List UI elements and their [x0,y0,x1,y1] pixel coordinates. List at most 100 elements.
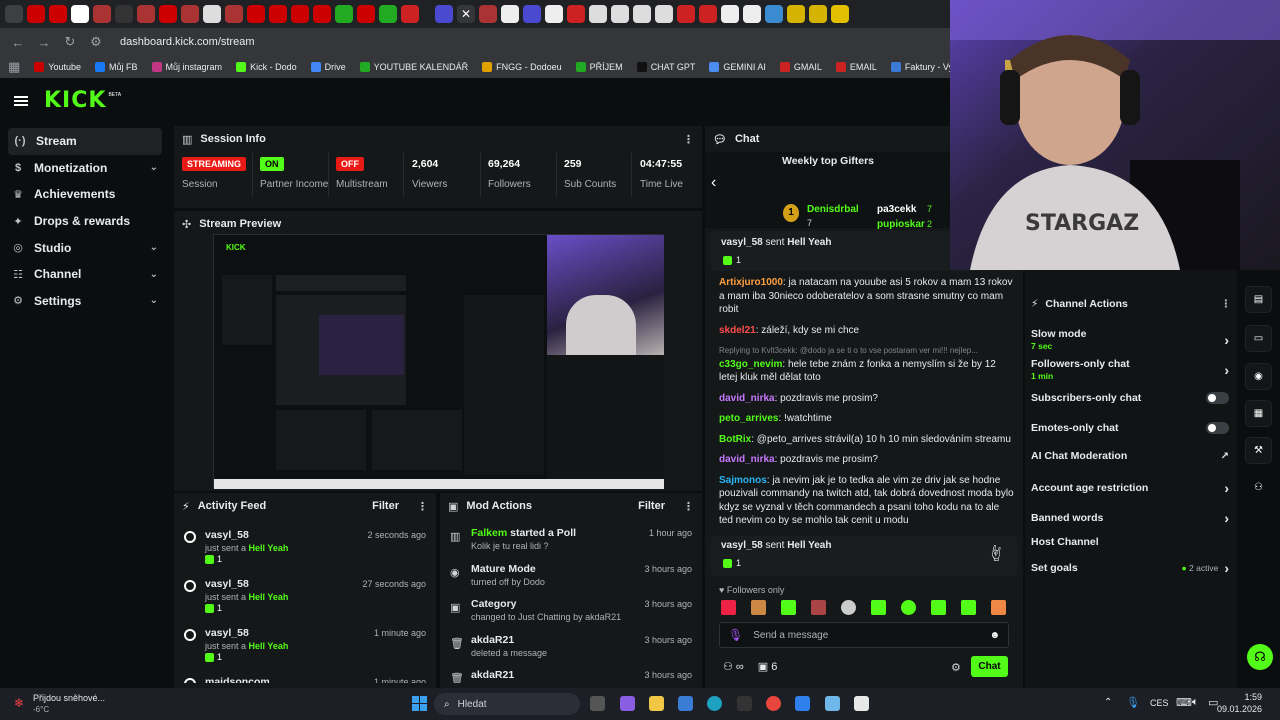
emote-icon[interactable] [871,600,886,615]
emote-icon[interactable] [811,600,826,615]
tab-icon[interactable] [699,5,717,23]
tab-icon[interactable] [523,5,541,23]
channel-action-slow-mode[interactable]: Slow mode 7 sec › [1025,328,1237,351]
tab-icon[interactable] [787,5,805,23]
mic-icon[interactable]: 🎙︎ [728,628,743,642]
app-icon[interactable] [795,696,810,711]
tab-youtube-icon[interactable] [49,5,67,23]
tab-icon[interactable] [677,5,695,23]
apps-icon[interactable]: ▦ [8,59,20,75]
menu-icon[interactable] [14,95,28,106]
channel-action-host-channel[interactable]: Host Channel [1025,536,1237,548]
emote-icon[interactable] [991,600,1006,615]
chevron-down-icon[interactable]: ⌄ [150,242,158,253]
tab-icon[interactable] [501,5,519,23]
tab-sheets-icon[interactable] [379,5,397,23]
edge-icon[interactable] [707,696,722,711]
reload-icon[interactable]: ↻ [62,34,78,50]
start-button[interactable] [412,696,427,711]
language-indicator[interactable]: CES [1150,698,1169,708]
forward-icon[interactable]: → [36,35,52,50]
sidebar-item-channel[interactable]: ☷ Channel ⌄ [0,261,170,288]
tab-youtube-icon[interactable] [269,5,287,23]
terminal-icon[interactable] [737,696,752,711]
clipboard-icon[interactable]: ▤ [1245,286,1272,313]
mod-filter-button[interactable]: Filter [638,500,665,512]
sidebar-item-settings[interactable]: ⚙ Settings ⌄ [0,288,170,315]
app-icon[interactable] [825,696,840,711]
chat-username[interactable]: david_nirka [719,454,775,465]
support-icon[interactable]: ☊ [1247,644,1273,670]
bookmark-item[interactable]: FNGG - Dodoeu [482,62,562,72]
tray-chevron-icon[interactable]: ⌃ [1104,697,1112,708]
gifter-name[interactable]: pupioskar [877,219,925,230]
gift-user[interactable]: vasyl_58 [721,540,763,551]
chat-username[interactable]: Sajmonos [719,475,767,486]
back-icon[interactable]: ← [10,35,26,50]
tab-icon[interactable] [589,5,607,23]
gift-user[interactable]: vasyl_58 [721,237,763,248]
channel-action-ai-chat-moderation[interactable]: AI Chat Moderation ↗ [1025,450,1237,462]
channel-action-set-goals[interactable]: Set goals ● 2 active › [1025,560,1237,576]
tab-icon[interactable] [633,5,651,23]
tab-icon[interactable] [93,5,111,23]
mic-icon[interactable]: 🎙︎ [1126,696,1140,709]
channel-action-subscribers-only-chat[interactable]: Subscribers-only chat [1025,392,1237,404]
more-icon[interactable]: ⋮ [1221,298,1232,310]
users-icon[interactable]: ⚇ ∞ [723,660,744,673]
tab-icon[interactable] [137,5,155,23]
emoji-icon[interactable]: ☻ [989,630,1000,641]
users-icon[interactable]: ⚇ [1245,474,1272,501]
emote-icon[interactable] [841,600,856,615]
bookmark-item[interactable]: YOUTUBE KALENDÁŘ [359,62,468,72]
emote-icon[interactable] [931,600,946,615]
more-icon[interactable]: ⋮ [417,500,428,513]
chat-username[interactable]: Artixjuro1000 [719,277,783,288]
chat-username[interactable]: peto_arrives [719,413,778,424]
chat-settings-icon[interactable]: ⚙ [951,661,961,674]
emote-icon[interactable] [901,600,916,615]
mod-subject[interactable]: Falkem [471,527,507,539]
bookmark-item[interactable]: Kick - Dodo [236,62,297,72]
weather-title[interactable]: Přijdou sněhové... [33,693,105,703]
tab-icon[interactable] [765,5,783,23]
tab-list-icon[interactable] [5,5,23,23]
copilot-icon[interactable] [620,696,635,711]
bookmark-item[interactable]: CHAT GPT [636,62,695,72]
chat-bubble-icon[interactable]: ▭ [1245,325,1272,352]
sidebar-item-studio[interactable]: ◎ Studio ⌄ [0,234,170,261]
more-icon[interactable]: ⋮ [683,133,694,146]
clock-time[interactable]: 1:59 [1238,692,1262,702]
sidebar-item-drops[interactable]: ✦ Drops & rewards [0,208,170,235]
bookmark-item[interactable]: PŘÍJEM [575,62,623,72]
chat-username[interactable]: BotRix [719,434,751,445]
close-tab-icon[interactable]: ✕ [457,5,475,23]
sidebar-item-monetization[interactable]: $ Monetization ⌄ [0,155,170,182]
toggle-switch[interactable] [1206,422,1229,434]
external-link-icon[interactable]: ↗ [1221,451,1229,462]
chevron-down-icon[interactable]: ⌄ [150,295,158,306]
tab-youtube-icon[interactable] [27,5,45,23]
tab-icon[interactable] [567,5,585,23]
clock-date[interactable]: 09.01.2026 [1212,704,1262,714]
chevron-down-icon[interactable]: ⌄ [150,162,158,173]
tab-icon[interactable] [655,5,673,23]
chevron-right-icon[interactable]: › [1224,480,1229,496]
tab-icon[interactable] [611,5,629,23]
tab-icon[interactable] [203,5,221,23]
channel-action-banned-words[interactable]: Banned words › [1025,510,1237,526]
site-info-icon[interactable]: ⚙ [88,34,104,50]
tab-youtube-icon[interactable] [357,5,375,23]
channel-action-emotes-only-chat[interactable]: Emotes-only chat [1025,422,1237,434]
mail-icon[interactable] [678,696,693,711]
mod-subject[interactable]: Category [471,598,517,610]
channel-action-account-age-restriction[interactable]: Account age restriction › [1025,480,1237,496]
tab-youtube-icon[interactable] [291,5,309,23]
emote-icon[interactable] [751,600,766,615]
chevron-right-icon[interactable]: › [1224,362,1229,378]
stream-preview-video[interactable]: KICK [213,234,664,489]
bookmark-item[interactable]: Můj instagram [151,62,222,72]
gifter-name[interactable]: pa3cekk [877,204,916,215]
mod-subject[interactable]: akdaR21 [471,634,514,646]
emote-icon[interactable] [781,600,796,615]
